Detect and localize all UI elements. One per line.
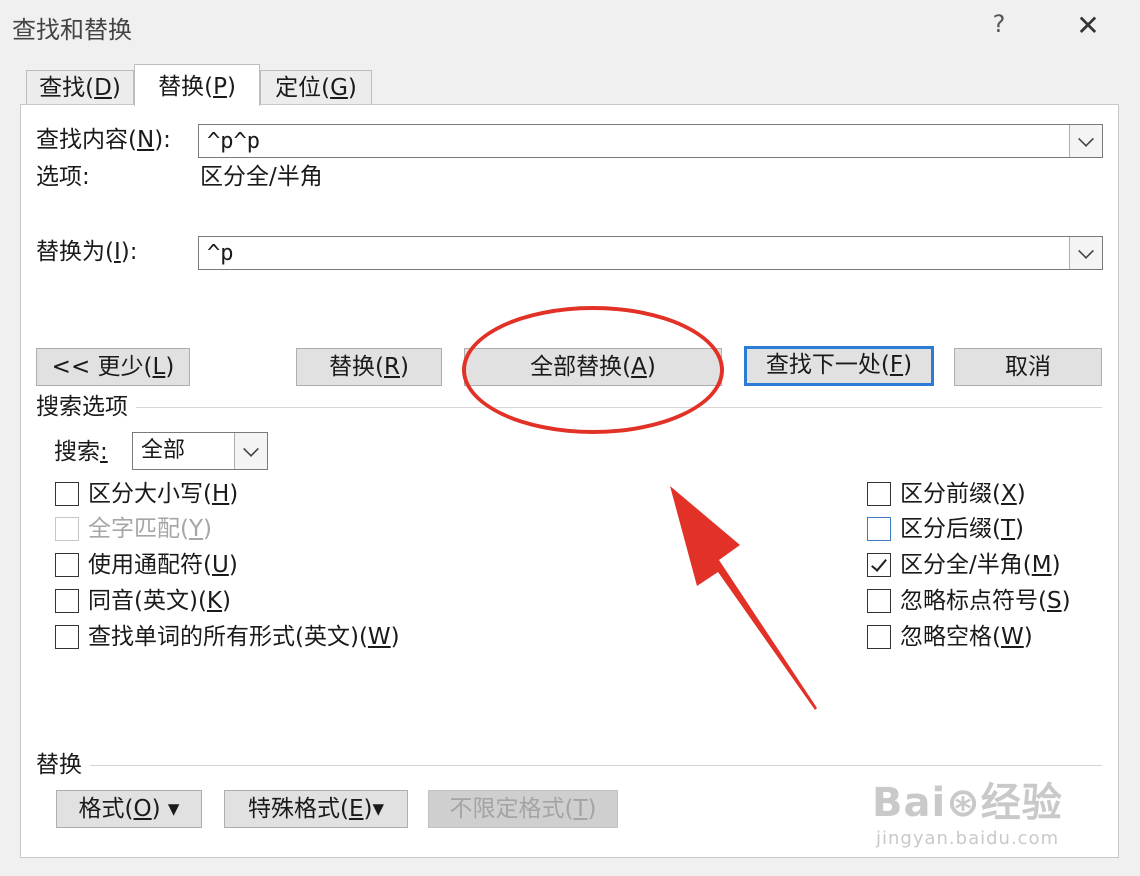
annotation-arrow-icon <box>670 486 817 710</box>
